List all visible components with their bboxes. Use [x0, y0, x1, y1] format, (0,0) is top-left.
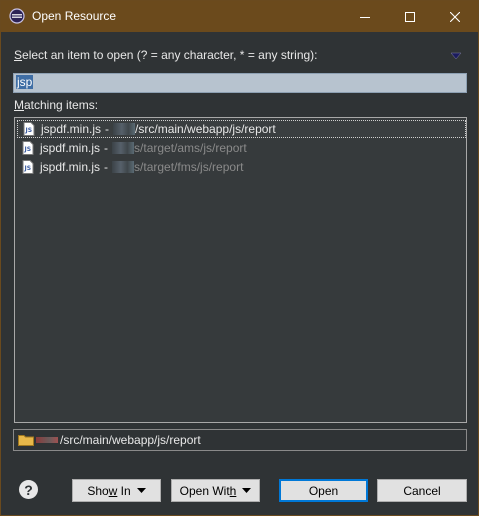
js-file-icon: JS	[22, 141, 34, 155]
item-separator: -	[104, 141, 109, 155]
title-bar[interactable]: Open Resource	[1, 1, 478, 32]
status-path: /src/main/webapp/js/report	[60, 433, 201, 447]
maximize-icon	[405, 11, 415, 22]
selected-resource-status: /src/main/webapp/js/report	[13, 429, 467, 451]
open-resource-dialog: Open Resource Select an item to open (? …	[0, 0, 479, 516]
item-separator: -	[105, 122, 110, 136]
svg-text:JS: JS	[24, 146, 32, 153]
list-item[interactable]: JS jspdf.min.js - s/target/ams/js/report	[17, 139, 466, 157]
close-button[interactable]	[434, 1, 476, 32]
svg-text:JS: JS	[25, 127, 33, 134]
close-icon	[450, 11, 460, 22]
view-menu-dropdown-icon[interactable]	[450, 52, 462, 60]
matching-items-label: Matching items:	[14, 98, 98, 112]
cancel-button[interactable]: Cancel	[377, 479, 467, 502]
open-with-label: Open With	[179, 483, 237, 498]
item-path: /src/main/webapp/js/report	[135, 122, 276, 136]
item-separator: -	[104, 160, 109, 174]
item-file-name: jspdf.min.js	[40, 141, 101, 155]
minimize-icon	[360, 16, 370, 18]
search-prompt: Select an item to open (? = any characte…	[14, 48, 318, 62]
prompt-text: elect an item to open (? = any character…	[22, 48, 318, 62]
window-title: Open Resource	[32, 9, 117, 23]
search-input[interactable]: jsp	[13, 73, 467, 93]
redacted-path-segment	[113, 123, 136, 135]
item-file-name: jspdf.min.js	[40, 160, 101, 174]
list-item[interactable]: JS jspdf.min.js - /src/main/webapp/js/re…	[17, 120, 466, 138]
matching-items-list[interactable]: JS jspdf.min.js - /src/main/webapp/js/re…	[14, 117, 467, 423]
svg-text:JS: JS	[24, 165, 32, 172]
matching-mnemonic: M	[14, 98, 24, 112]
redacted-project-name	[36, 437, 58, 443]
maximize-button[interactable]	[389, 1, 431, 32]
item-path: s/target/ams/js/report	[134, 141, 247, 155]
folder-icon	[18, 435, 34, 446]
js-file-icon: JS	[23, 122, 35, 136]
redacted-path-segment	[112, 161, 135, 173]
open-with-button[interactable]: Open With	[171, 479, 260, 502]
show-in-label: Show In	[87, 483, 131, 498]
search-input-value: jsp	[16, 75, 34, 89]
eclipse-logo-icon	[9, 8, 25, 24]
redacted-path-segment	[112, 142, 135, 154]
open-button[interactable]: Open	[279, 479, 368, 502]
chevron-down-icon	[242, 488, 252, 493]
item-path: s/target/fms/js/report	[134, 160, 244, 174]
chevron-down-icon	[136, 488, 146, 493]
prompt-mnemonic: S	[14, 48, 23, 62]
item-file-name: jspdf.min.js	[41, 122, 102, 136]
minimize-button[interactable]	[344, 1, 386, 32]
show-in-button[interactable]: Show In	[72, 479, 161, 502]
matching-text: atching items:	[24, 98, 99, 112]
js-file-icon: JS	[22, 160, 34, 174]
help-button[interactable]: ?	[19, 480, 38, 499]
list-item[interactable]: JS jspdf.min.js - s/target/fms/js/report	[17, 158, 466, 176]
